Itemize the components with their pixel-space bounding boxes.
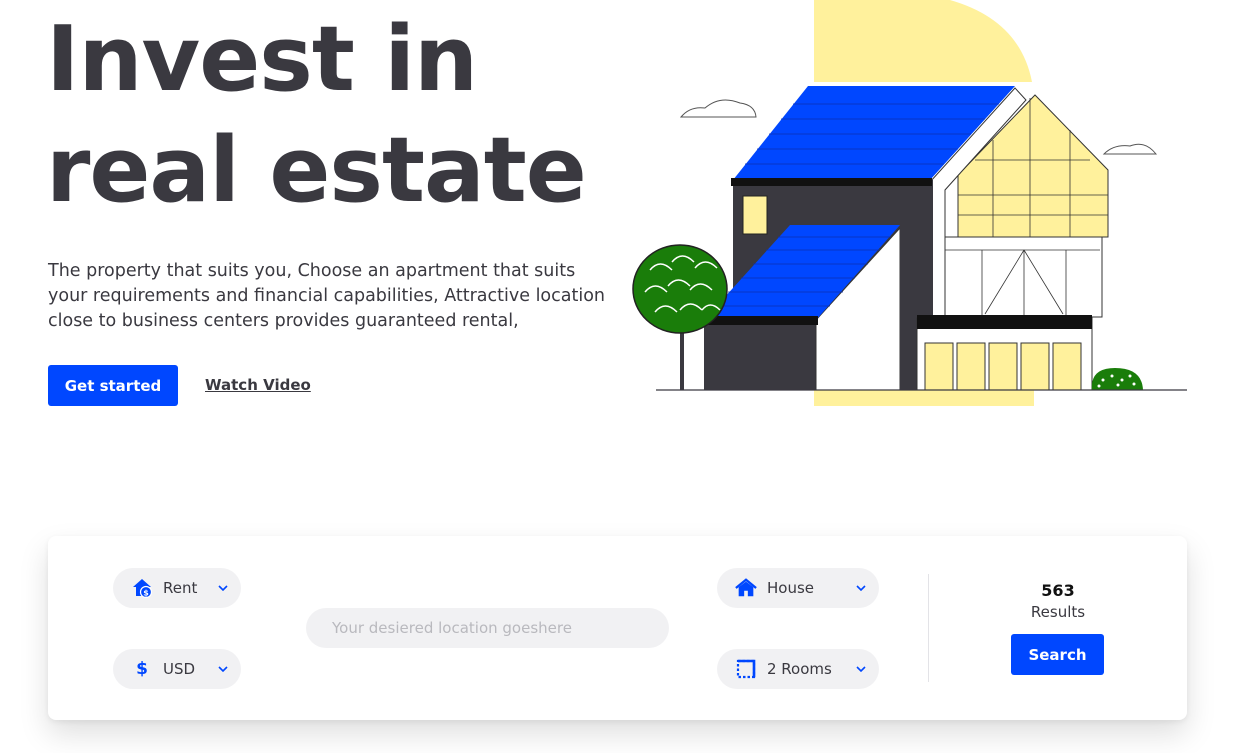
hero-title-line-1: Invest in xyxy=(46,7,478,112)
search-button[interactable]: Search xyxy=(1011,634,1104,675)
results-label: Results xyxy=(1030,603,1086,621)
currency-value: USD xyxy=(163,660,196,678)
location-search-input[interactable] xyxy=(306,608,669,648)
hero-title: Invest in real estate xyxy=(46,4,587,226)
search-panel: $ Rent $ USD House xyxy=(48,536,1187,720)
results-count: 563 xyxy=(1041,581,1075,600)
house-icon xyxy=(735,577,757,599)
house-illustration xyxy=(632,0,1187,406)
chevron-down-icon xyxy=(217,663,229,675)
svg-text:$: $ xyxy=(143,589,149,598)
currency-select[interactable]: $ USD xyxy=(113,649,241,689)
dollar-icon: $ xyxy=(136,659,148,679)
watch-video-link[interactable]: Watch Video xyxy=(205,376,311,394)
chevron-down-icon xyxy=(855,582,867,594)
home-dollar-icon: $ xyxy=(131,577,153,599)
divider xyxy=(928,574,929,682)
chevron-down-icon xyxy=(855,663,867,675)
get-started-button[interactable]: Get started xyxy=(48,365,178,406)
listing-type-select[interactable]: $ Rent xyxy=(113,568,241,608)
property-type-select[interactable]: House xyxy=(717,568,879,608)
listing-type-value: Rent xyxy=(163,579,198,597)
rooms-value: 2 Rooms xyxy=(767,660,832,678)
chevron-down-icon xyxy=(217,582,229,594)
property-type-value: House xyxy=(767,579,815,597)
hero-description: The property that suits you, Choose an a… xyxy=(48,261,606,331)
floorplan-icon xyxy=(735,658,757,680)
rooms-select[interactable]: 2 Rooms xyxy=(717,649,879,689)
hero-title-line-2: real estate xyxy=(46,118,587,223)
